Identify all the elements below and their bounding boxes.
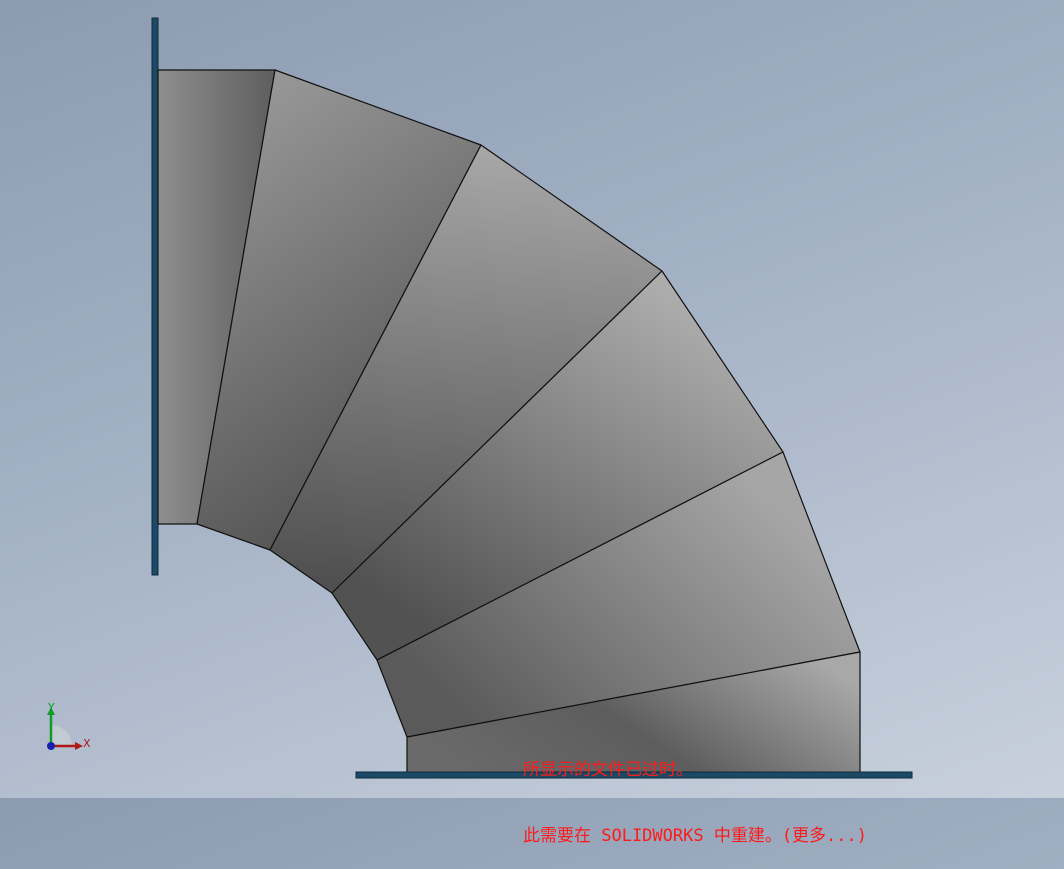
elbow-body (157, 69, 861, 774)
triad-shade (51, 725, 72, 746)
z-axis-dot-icon (47, 742, 55, 750)
reference-triad[interactable]: Y X (40, 700, 100, 760)
y-axis-label: Y (47, 701, 55, 714)
x-axis-label: X (83, 737, 91, 750)
rebuild-warning[interactable]: 所显示的文件已过时。 此需要在 SOLIDWORKS 中重建。(更多...) (523, 715, 867, 869)
left-flange (151, 17, 159, 576)
model-viewport[interactable] (0, 0, 1064, 798)
warning-line-1: 所显示的文件已过时。 (523, 760, 693, 780)
warning-line-2[interactable]: 此需要在 SOLIDWORKS 中重建。(更多...) (523, 825, 867, 847)
x-axis-arrow-icon (75, 742, 83, 750)
